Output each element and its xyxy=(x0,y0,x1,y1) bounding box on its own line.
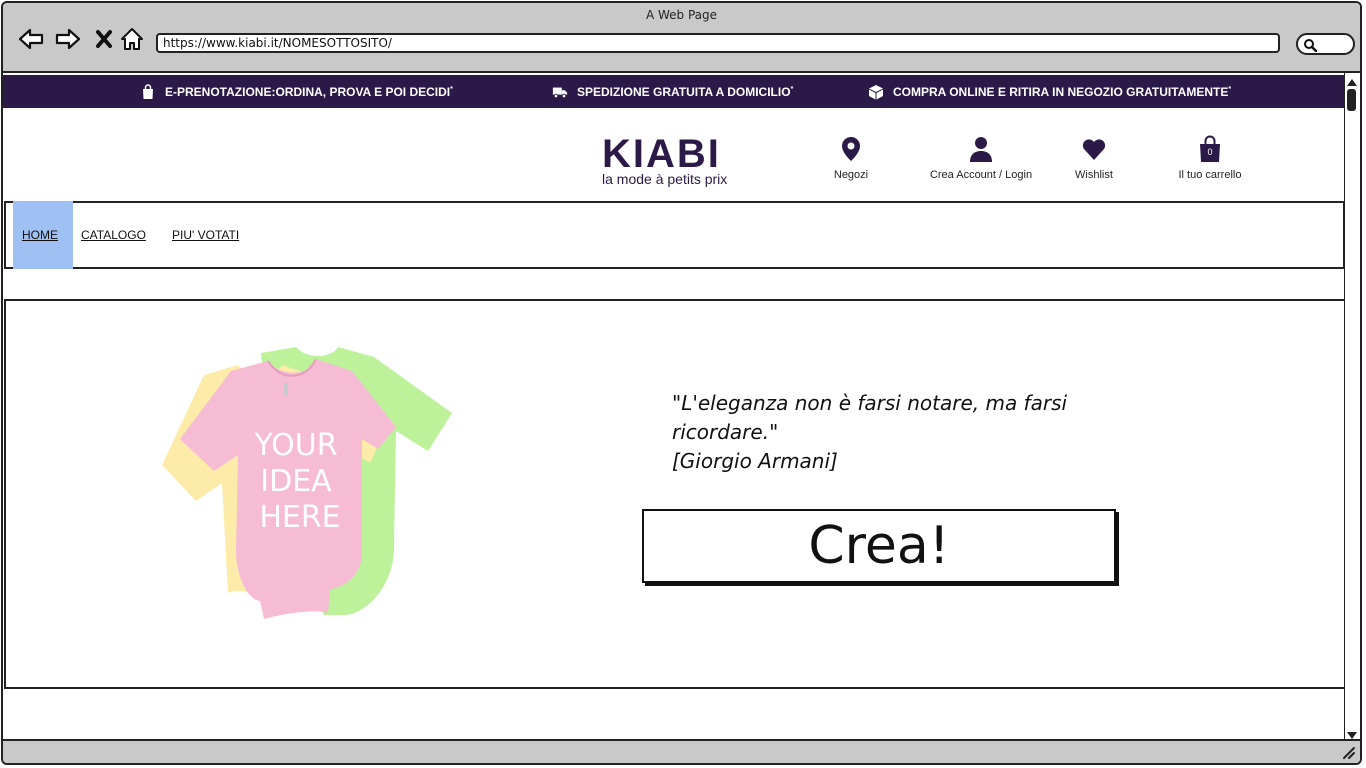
web-page: E-PRENOTAZIONE:ORDINA, PROVA E POI DECID… xyxy=(3,73,1346,743)
header-cart[interactable]: 0 Il tuo carrello xyxy=(1171,135,1249,181)
address-bar[interactable]: https://www.kiabi.it/NOMESOTTOSITO/ xyxy=(156,33,1280,53)
heart-icon xyxy=(1082,139,1106,160)
promo-ritira-negozio[interactable]: COMPRA ONLINE E RITIRA IN NEGOZIO GRATUI… xyxy=(868,84,1231,100)
header-item-label: Il tuo carrello xyxy=(1178,169,1242,181)
promo-bar: E-PRENOTAZIONE:ORDINA, PROVA E POI DECID… xyxy=(3,75,1346,108)
header-item-label: Wishlist xyxy=(1075,169,1113,181)
promo-label: SPEDIZIONE GRATUITA A DOMICILIO xyxy=(577,84,791,99)
main-menu: HOME CATALOGO PIU' VOTATI xyxy=(4,201,1345,269)
onesie-text-line: YOUR xyxy=(253,428,337,463)
search-icon xyxy=(1304,39,1317,52)
crea-button[interactable]: Crea! xyxy=(642,509,1116,583)
resize-grip-icon[interactable] xyxy=(1340,744,1356,760)
header-item-label: Crea Account / Login xyxy=(929,169,1033,181)
shopping-bag-icon xyxy=(143,83,153,99)
kiabi-logo[interactable]: KIABI la mode à petits prix xyxy=(602,132,752,187)
promo-label: COMPRA ONLINE E RITIRA IN NEGOZIO GRATUI… xyxy=(893,84,1229,99)
header-wishlist[interactable]: Wishlist xyxy=(1069,135,1119,181)
stop-close-icon[interactable] xyxy=(90,25,118,53)
menu-item-piu-votati[interactable]: PIU' VOTATI xyxy=(172,228,239,242)
header-item-label: Negozi xyxy=(833,169,869,181)
home-icon[interactable] xyxy=(118,25,146,53)
truck-icon xyxy=(552,87,568,98)
menu-item-catalogo[interactable]: CATALOGO xyxy=(81,228,146,242)
hero-quote: "L'eleganza non è farsi notare, ma farsi… xyxy=(672,389,1132,476)
map-pin-icon xyxy=(842,137,860,161)
scroll-up-arrow-icon[interactable] xyxy=(1347,79,1357,86)
browser-window: A Web Page https://www.kiabi.it/NOMESOTT… xyxy=(1,1,1362,765)
promo-mark: * xyxy=(1228,85,1232,93)
scroll-down-arrow-icon[interactable] xyxy=(1347,732,1357,739)
browser-search-box[interactable] xyxy=(1296,33,1355,55)
promo-mark: * xyxy=(450,85,453,93)
onesie-image: YOUR IDEA HERE xyxy=(162,347,452,619)
back-arrow-icon[interactable] xyxy=(17,25,45,53)
quote-line: "L'eleganza non è farsi notare, ma farsi xyxy=(672,391,1068,415)
browser-toolbar: A Web Page https://www.kiabi.it/NOMESOTT… xyxy=(3,3,1360,73)
header-account-login[interactable]: Crea Account / Login xyxy=(919,135,1043,181)
package-icon xyxy=(869,84,883,99)
status-bar xyxy=(3,739,1360,763)
vertical-scrollbar[interactable] xyxy=(1344,73,1360,743)
logo-wordmark: KIABI xyxy=(602,132,721,176)
promo-e-prenotazione[interactable]: E-PRENOTAZIONE:ORDINA, PROVA E POI DECID… xyxy=(140,83,453,100)
onesie-text-line: IDEA xyxy=(260,464,332,499)
onesie-text-line: HERE xyxy=(259,500,340,535)
promo-label: E-PRENOTAZIONE:ORDINA, PROVA E POI DECID… xyxy=(165,84,451,99)
window-title: A Web Page xyxy=(645,8,718,22)
hero-section: YOUR IDEA HERE "L'eleganza non è farsi n… xyxy=(4,299,1346,689)
scroll-thumb[interactable] xyxy=(1347,89,1356,111)
user-icon xyxy=(970,137,992,162)
promo-spedizione[interactable]: SPEDIZIONE GRATUITA A DOMICILIO* xyxy=(552,84,793,100)
quote-author: [Giorgio Armani] xyxy=(672,449,838,473)
forward-arrow-icon[interactable] xyxy=(54,25,82,53)
header-negozi[interactable]: Negozi xyxy=(829,135,873,181)
site-header: KIABI la mode à petits prix Negozi Crea … xyxy=(3,108,1346,200)
cart-count: 0 xyxy=(1207,147,1213,157)
menu-item-home[interactable]: HOME xyxy=(22,228,58,242)
promo-mark: * xyxy=(790,85,794,93)
logo-tagline: la mode à petits prix xyxy=(602,171,728,187)
quote-line: ricordare." xyxy=(672,420,779,444)
